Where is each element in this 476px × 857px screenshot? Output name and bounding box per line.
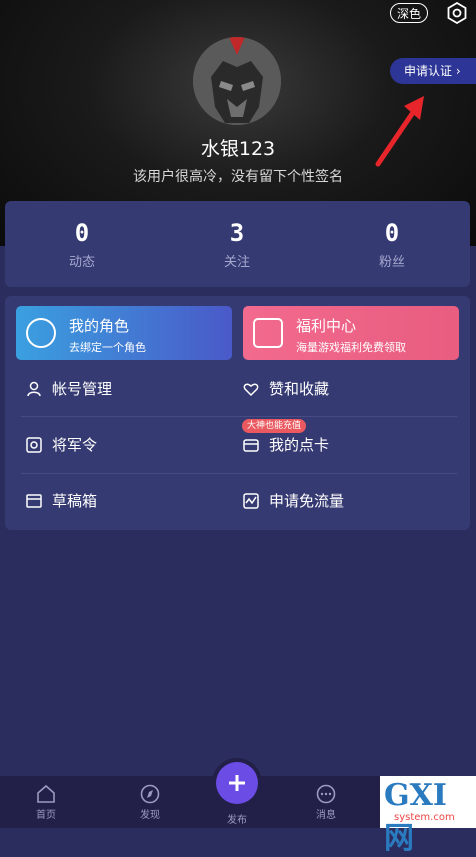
stat-posts[interactable]: 0 动态 bbox=[22, 219, 142, 270]
compass-icon bbox=[140, 784, 160, 804]
apply-certification-button[interactable]: 申请认证 › bbox=[390, 58, 476, 84]
user-icon bbox=[27, 381, 41, 397]
stat-fans[interactable]: 0 粉丝 bbox=[332, 219, 452, 270]
tab-home[interactable]: 首页 bbox=[16, 784, 76, 821]
likes-favorites[interactable]: 赞和收藏 bbox=[243, 374, 329, 404]
plus-icon bbox=[229, 775, 245, 791]
avatar[interactable] bbox=[193, 37, 281, 125]
token-icon bbox=[26, 437, 42, 453]
bio: 该用户很高冷，没有留下个性签名 bbox=[133, 169, 343, 185]
settings-gear-icon[interactable] bbox=[446, 1, 468, 25]
tab-messages[interactable]: 消息 bbox=[296, 784, 356, 821]
message-icon bbox=[316, 784, 336, 804]
menu-panel: 我的角色 去绑定一个角色 福利中心 海量游戏福利免费领取 帐号管理 赞和收藏 大… bbox=[5, 296, 470, 530]
watermark-logo: GXI网 system.com bbox=[380, 776, 476, 856]
home-icon bbox=[37, 784, 55, 803]
my-point-card[interactable]: 我的点卡 bbox=[243, 430, 329, 460]
free-traffic[interactable]: 申请免流量 bbox=[243, 486, 344, 516]
traffic-chart-icon bbox=[243, 493, 259, 509]
general-token[interactable]: 将军令 bbox=[26, 430, 97, 460]
stats-panel: 0 动态 3 关注 0 粉丝 bbox=[5, 201, 470, 287]
drafts-icon bbox=[26, 494, 42, 508]
divider bbox=[21, 473, 457, 474]
welfare-center-card[interactable]: 福利中心 海量游戏福利免费领取 bbox=[243, 306, 459, 360]
publish-label: 发布 bbox=[227, 815, 247, 826]
account-management[interactable]: 帐号管理 bbox=[26, 374, 112, 404]
stat-following[interactable]: 3 关注 bbox=[177, 219, 297, 270]
my-role-card[interactable]: 我的角色 去绑定一个角色 bbox=[16, 306, 232, 360]
divider bbox=[21, 416, 457, 417]
heart-icon bbox=[243, 383, 259, 397]
publish-button[interactable] bbox=[216, 762, 258, 804]
gift-icon bbox=[253, 318, 283, 348]
card-icon bbox=[243, 439, 259, 452]
tab-discover[interactable]: 发现 bbox=[120, 784, 180, 821]
gamepad-icon bbox=[26, 318, 56, 348]
theme-toggle-button[interactable]: 深色 bbox=[390, 3, 429, 23]
drafts[interactable]: 草稿箱 bbox=[26, 486, 97, 516]
username: 水银123 bbox=[200, 138, 276, 160]
